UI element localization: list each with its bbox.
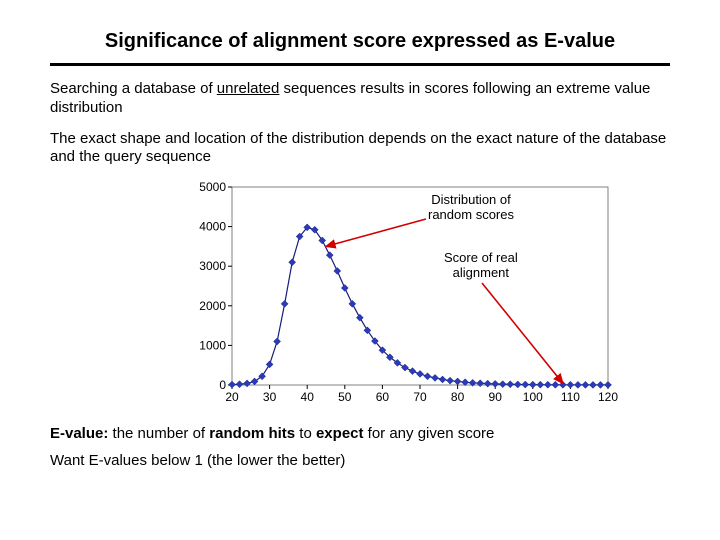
annotation-score: Score of real alignment — [444, 251, 518, 281]
svg-text:20: 20 — [225, 390, 239, 404]
footer-evalue: E-value: the number of random hits to ex… — [50, 425, 670, 442]
slide-title: Significance of alignment score expresse… — [50, 30, 670, 53]
svg-text:60: 60 — [376, 390, 390, 404]
svg-text:70: 70 — [413, 390, 427, 404]
svg-text:2000: 2000 — [199, 299, 226, 313]
ann-dist-line1: Distribution of — [431, 192, 510, 207]
chart-container: 0100020003000400050002030405060708090100… — [188, 179, 618, 407]
ann-score-line1: Score of real — [444, 250, 518, 265]
svg-text:120: 120 — [598, 390, 618, 404]
svg-text:90: 90 — [489, 390, 503, 404]
p1-underlined: unrelated — [217, 80, 280, 97]
svg-text:110: 110 — [561, 390, 580, 404]
svg-text:1000: 1000 — [199, 338, 226, 352]
f-evalue-t1: the number of — [108, 425, 209, 442]
svg-text:100: 100 — [523, 390, 543, 404]
svg-text:40: 40 — [301, 390, 315, 404]
f-evalue-post: for any given score — [364, 425, 495, 442]
ann-score-line2: alignment — [453, 265, 509, 280]
svg-text:3000: 3000 — [199, 259, 226, 273]
distribution-chart: 0100020003000400050002030405060708090100… — [188, 179, 618, 407]
title-rule — [50, 63, 670, 66]
annotation-distribution: Distribution of random scores — [428, 193, 514, 223]
svg-text:80: 80 — [451, 390, 465, 404]
f-evalue-expect: expect — [316, 425, 364, 442]
f-evalue-random: random hits — [209, 425, 295, 442]
svg-text:4000: 4000 — [199, 220, 226, 234]
svg-text:50: 50 — [338, 390, 352, 404]
f-evalue-label: E-value: — [50, 425, 108, 442]
paragraph-2: The exact shape and location of the dist… — [50, 130, 670, 168]
svg-text:5000: 5000 — [199, 180, 226, 194]
paragraph-1: Searching a database of unrelated sequen… — [50, 80, 670, 118]
footer-want: Want E-values below 1 (the lower the bet… — [50, 452, 670, 469]
ann-dist-line2: random scores — [428, 207, 514, 222]
p1-pre: Searching a database of — [50, 80, 217, 97]
svg-text:30: 30 — [263, 390, 277, 404]
f-evalue-t2: to — [295, 425, 316, 442]
